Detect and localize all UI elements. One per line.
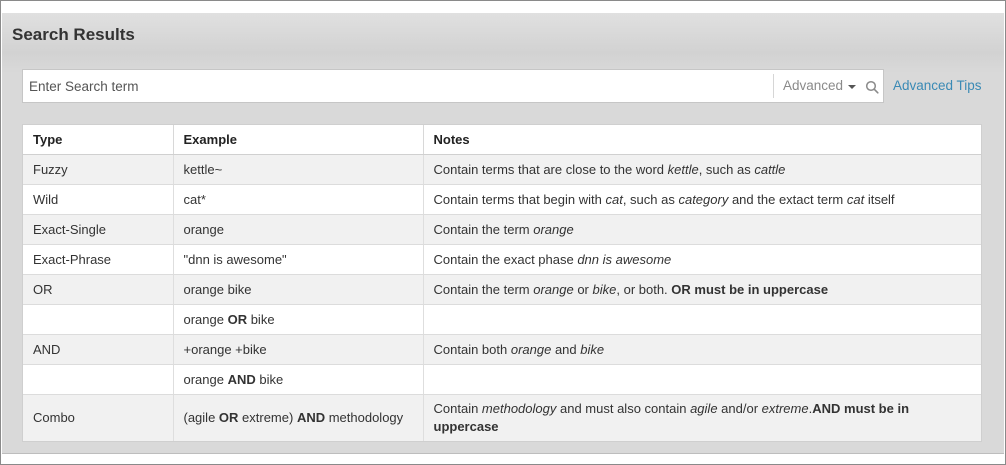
cell-example: (agile OR extreme) AND methodology (173, 394, 424, 441)
cell-example: orange OR bike (173, 304, 424, 335)
column-header-type: Type (23, 125, 174, 155)
cell-example: cat* (173, 184, 424, 215)
advanced-dropdown[interactable]: Advanced (783, 78, 843, 93)
cell-notes: Contain terms that are close to the word… (423, 154, 981, 185)
cell-example: orange bike (173, 274, 424, 305)
tips-table: Type Example Notes Fuzzy kettle~ Contain t… (22, 124, 982, 442)
cell-example: "dnn is awesome" (173, 244, 424, 275)
cell-example: +orange +bike (173, 334, 424, 365)
table-row: orange OR bike (23, 304, 981, 335)
advanced-tips-link[interactable]: Advanced Tips (893, 78, 982, 93)
table-row: Exact-Single orange Contain the term orang… (23, 214, 981, 245)
cell-type: Fuzzy (23, 154, 174, 185)
cell-notes (423, 304, 981, 335)
table-row: Wild cat* Contain terms that begin with ca… (23, 184, 981, 215)
window-frame: Search Results Advanced Advanced Tips Ty… (0, 0, 1006, 465)
cell-type: AND (23, 334, 174, 365)
search-bar: Advanced (22, 69, 884, 103)
cell-type: OR (23, 274, 174, 305)
table-body: Fuzzy kettle~ Contain terms that are close… (23, 154, 981, 441)
table-row: Exact-Phrase "dnn is awesome" Contain the … (23, 244, 981, 275)
chevron-down-icon[interactable] (848, 85, 856, 89)
cell-type: Combo (23, 394, 174, 441)
cell-type (23, 364, 174, 395)
table-header-row: Type Example Notes (23, 125, 981, 155)
cell-notes: Contain the exact phase dnn is awesome (423, 244, 981, 275)
cell-example: kettle~ (173, 154, 424, 185)
table-row: Fuzzy kettle~ Contain terms that are close… (23, 154, 981, 185)
cell-notes: Contain terms that begin with cat, such … (423, 184, 981, 215)
cell-type (23, 304, 174, 335)
table-row: AND +orange +bike Contain both orange and … (23, 334, 981, 365)
table-row: Combo (agile OR extreme) AND methodology C… (23, 394, 981, 441)
column-header-notes: Notes (423, 125, 981, 155)
cell-type: Exact-Single (23, 214, 174, 245)
search-input[interactable] (23, 70, 785, 102)
cell-example: orange AND bike (173, 364, 424, 395)
page-title: Search Results (12, 25, 135, 44)
cell-notes: Contain both orange and bike (423, 334, 981, 365)
cell-type: Exact-Phrase (23, 244, 174, 275)
column-header-example: Example (173, 125, 424, 155)
cell-type: Wild (23, 184, 174, 215)
search-icon[interactable] (865, 80, 879, 94)
cell-notes (423, 364, 981, 395)
cell-notes: Contain methodology and must also contai… (423, 394, 981, 441)
table-row: OR orange bike Contain the term orange or … (23, 274, 981, 305)
table-row: orange AND bike (23, 364, 981, 395)
cell-example: orange (173, 214, 424, 245)
search-divider (773, 74, 774, 98)
cell-notes: Contain the term orange or bike, or both… (423, 274, 981, 305)
cell-notes: Contain the term orange (423, 214, 981, 245)
